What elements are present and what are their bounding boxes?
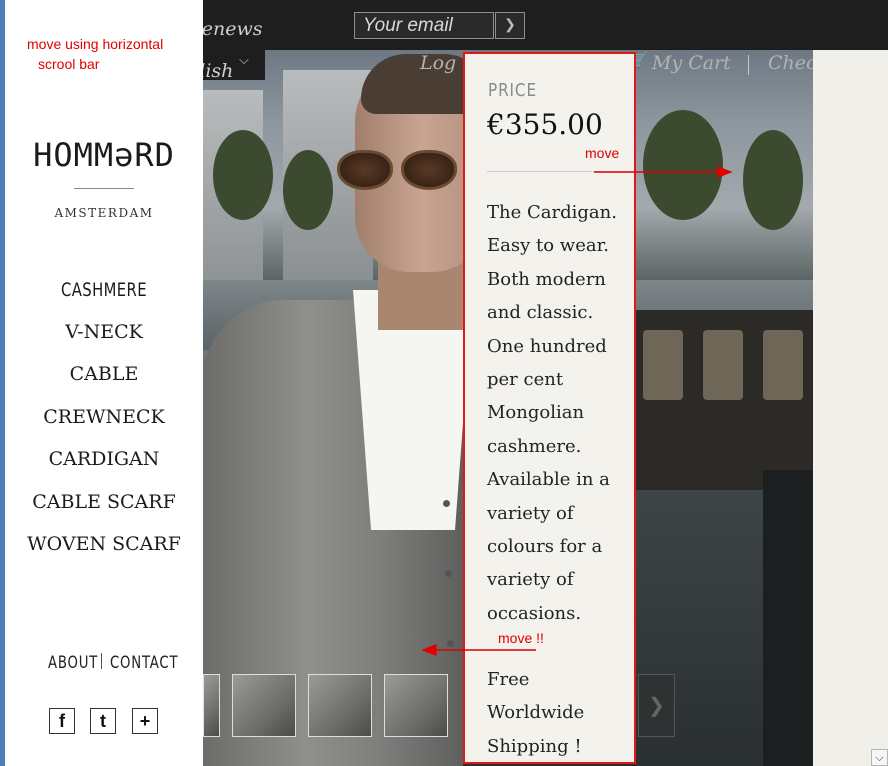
railing [763, 470, 813, 766]
nav-cable-scarf[interactable]: CABLE SCARF [5, 491, 203, 513]
email-input-box [354, 12, 494, 39]
annotation-note-line1: move using horizontal [27, 36, 164, 52]
nav-cable[interactable]: CABLE [5, 363, 203, 385]
boat [623, 310, 813, 490]
thumbnail-next-icon[interactable]: ❯ [638, 674, 675, 737]
scroll-down-icon[interactable]: ⌵ [871, 749, 888, 766]
panel-divider [487, 171, 615, 172]
footer-divider [101, 653, 102, 669]
nav-v-neck[interactable]: V-NECK [5, 321, 203, 343]
annotation-note: move using horizontal scrool bar [27, 34, 163, 74]
annotation-move-right: move [585, 145, 620, 161]
thumbnail[interactable] [308, 674, 372, 737]
nav-cardigan[interactable]: CARDIGAN [5, 448, 203, 470]
chevron-down-icon: ⌵ [239, 53, 249, 68]
nav-cashmere[interactable]: CASHMERE [27, 279, 181, 301]
email-input[interactable] [355, 13, 493, 38]
brand-logo[interactable]: HOMMəRD [5, 136, 203, 174]
facebook-icon[interactable]: f [49, 708, 75, 734]
logo-divider [74, 188, 134, 189]
background-tree [213, 130, 273, 220]
annotation-note-line2: scrool bar [38, 56, 100, 72]
top-bar: Sign up for stylenews ❯ [54, 0, 888, 50]
nav-crewneck[interactable]: CREWNECK [5, 406, 203, 428]
price-label: PRICE [488, 80, 537, 101]
price-value: €355.00 [487, 108, 603, 141]
nav-woven-scarf[interactable]: WOVEN SCARF [5, 533, 203, 555]
arrow-right-icon[interactable]: ❯ [495, 12, 525, 39]
my-cart-link[interactable]: My Cart [652, 52, 731, 74]
contact-link[interactable]: CONTACT [110, 653, 178, 673]
product-description: The Cardigan. Easy to wear. Both modern … [487, 202, 617, 624]
left-sidebar: move using horizontal scrool bar HOMMəRD… [5, 0, 203, 766]
twitter-icon[interactable]: t [90, 708, 116, 734]
background-tree [743, 130, 803, 230]
thumbnail[interactable] [203, 674, 220, 737]
annotation-move-left: move !! [498, 630, 544, 646]
background-tree [283, 150, 333, 230]
plus-icon[interactable]: + [132, 708, 158, 734]
brand-subtitle: AMSTERDAM [54, 206, 154, 220]
right-background [813, 50, 888, 766]
header-divider [748, 55, 749, 75]
background-tree [643, 110, 723, 220]
model-sunglasses [337, 150, 463, 190]
language-selector[interactable]: English ⌵ [161, 50, 265, 82]
thumbnail[interactable] [232, 674, 296, 737]
shipping-note: Free Worldwide Shipping ! [487, 669, 585, 757]
about-link[interactable]: ABOUT [48, 653, 98, 673]
thumbnail[interactable] [384, 674, 448, 737]
